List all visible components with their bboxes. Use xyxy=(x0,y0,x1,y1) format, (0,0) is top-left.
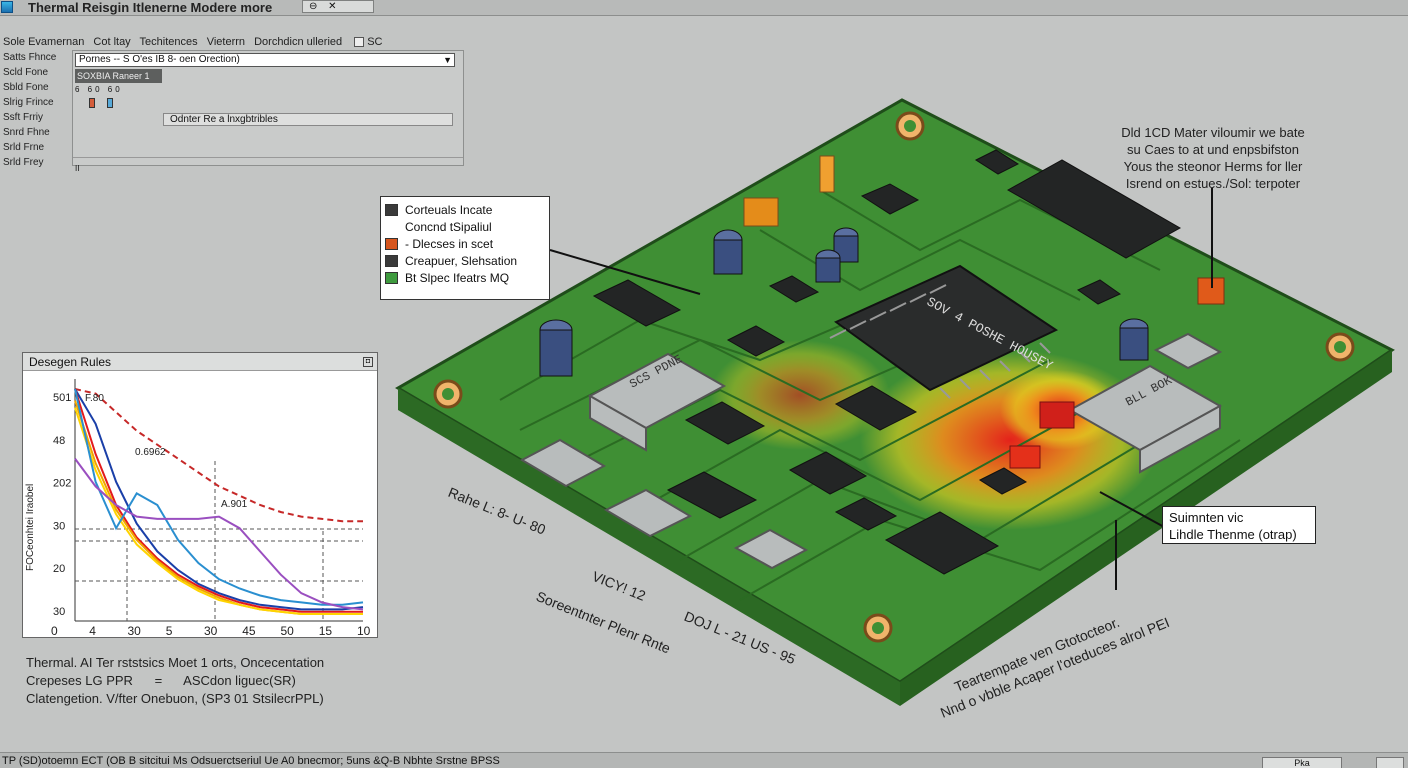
x-tick-label: 0 xyxy=(51,624,58,637)
x-tick-label: 30 xyxy=(128,624,142,637)
legend-item: Concnd tSipaliul xyxy=(405,220,492,234)
chart-annotation: A.901 xyxy=(221,499,248,510)
status-button[interactable] xyxy=(1376,757,1404,768)
chart-annotation: 0.6962 xyxy=(135,447,166,458)
series-line xyxy=(74,407,363,615)
legend-item: Creapuer, Slehsation xyxy=(385,253,549,270)
hotspot xyxy=(860,350,1160,530)
figure-caption: Thermal. AI Ter rststsics Moet 1 orts, O… xyxy=(26,655,325,706)
legend-swatch xyxy=(385,238,398,250)
y-tick-label: 30 xyxy=(53,520,65,532)
x-tick-label: 5 xyxy=(166,624,173,637)
summary-callout: Suimnten vic Lihdle Thenme (otrap) xyxy=(1162,506,1316,544)
orange-part xyxy=(743,197,779,227)
legend-swatch xyxy=(385,204,398,216)
line-chart: 501 48 202 30 20 30 0 4 30 5 30 45 50 15 10 FOCeonhtei … xyxy=(25,379,371,638)
series-line xyxy=(74,458,364,611)
x-tick-label: 10 xyxy=(357,624,371,637)
chart-window-title: Desegen Rules xyxy=(29,355,112,369)
status-bar: TP (SD)otoemn ECT (OB B sitcitui Ms Odsu… xyxy=(0,752,1408,768)
y-axis-label: FOCeonhtei Iraobel xyxy=(25,484,36,571)
legend-item: Corteuals Incate xyxy=(385,202,549,219)
legend-swatch xyxy=(385,272,398,284)
y-tick-label: 48 xyxy=(53,435,65,447)
x-tick-label: 4 xyxy=(89,624,96,637)
y-tick-label: 20 xyxy=(53,563,65,575)
legend-item: - Dlecses in scet xyxy=(385,236,549,253)
legend-item: Bt Slpec Ifeatrs MQ xyxy=(385,270,549,287)
y-tick-label: 30 xyxy=(53,606,65,618)
chart-window-header: Desegen Rules ◘ xyxy=(23,353,377,371)
x-tick-label: 15 xyxy=(319,624,333,637)
annotation-top-right: Dld 1CD Mater viloumir we bate su Caes t… xyxy=(1121,125,1305,191)
x-tick-label: 50 xyxy=(281,624,295,637)
series-line xyxy=(74,388,364,606)
design-rules-window: Desegen Rules ◘ 501 48 202 30 20 30 0 4 30 5 30 45 5… xyxy=(22,352,378,638)
status-text: TP (SD)otoemn ECT (OB B sitcitui Ms Odsu… xyxy=(2,755,500,767)
series-line xyxy=(74,388,364,611)
chart-annotation: F.80 xyxy=(85,393,104,404)
series-line xyxy=(74,388,363,523)
x-tick-label: 45 xyxy=(242,624,256,637)
close-icon[interactable]: ◘ xyxy=(363,357,373,367)
y-tick-label: 202 xyxy=(53,478,71,490)
legend-swatch xyxy=(385,255,398,267)
legend-box: Corteuals Incate Concnd tSipaliul - Dlec… xyxy=(380,196,550,300)
x-tick-label: 30 xyxy=(204,624,218,637)
y-tick-label: 501 xyxy=(53,392,71,404)
status-button[interactable]: Pka xyxy=(1262,757,1342,768)
